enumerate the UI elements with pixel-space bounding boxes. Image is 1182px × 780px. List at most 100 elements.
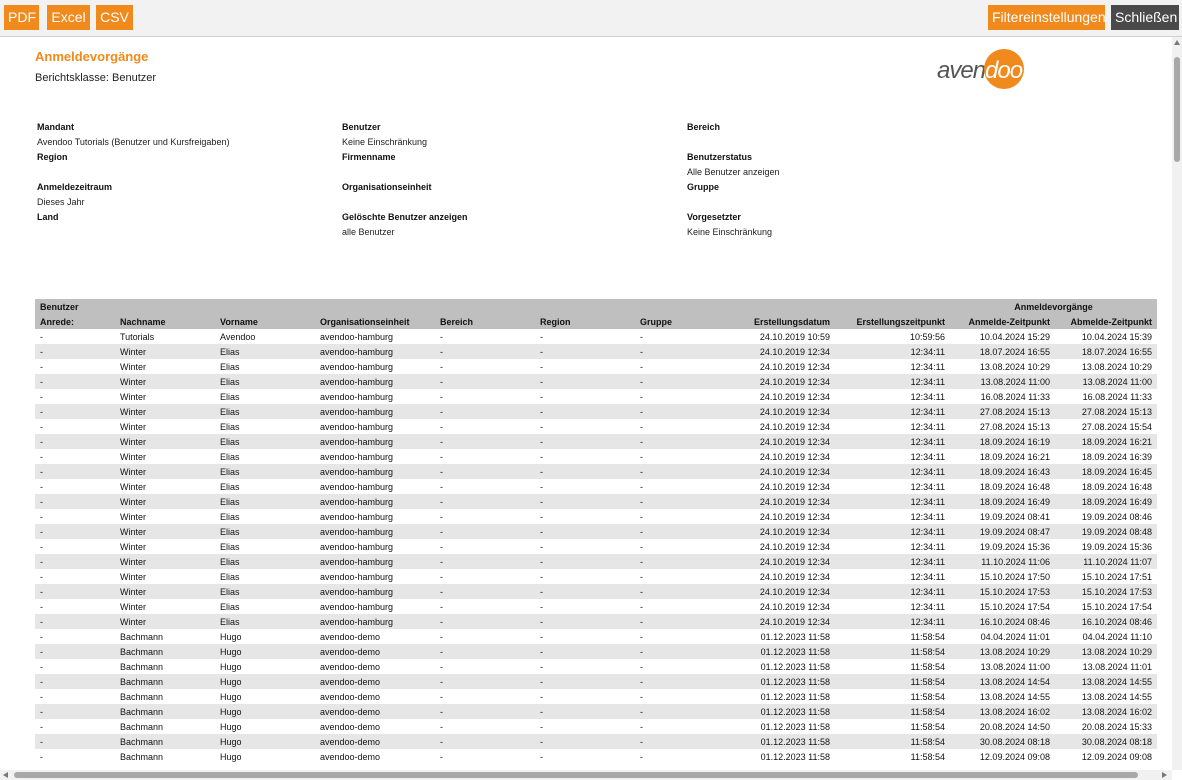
cell-organisationseinheit: avendoo-demo <box>320 631 381 642</box>
cell-nachname: Bachmann <box>115 704 215 719</box>
group-header-anmeldevorgaenge: Anmeldevorgänge <box>950 299 1157 314</box>
cell-erstellungsdatum: 24.10.2019 12:34 <box>759 481 830 492</box>
report-title: Anmeldevorgänge <box>35 49 149 64</box>
cell-gruppe: - <box>635 464 735 479</box>
filter-label-gruppe: Gruppe <box>687 182 720 192</box>
table-row: - Winter Elias avendoo-hamburg - - -24.10.2019… <box>35 449 1157 464</box>
cell-anmelde-zeitpunkt: 19.09.2024 08:47 <box>950 524 1055 539</box>
cell-erstellungszeitpunkt: 11:58:54 <box>910 661 945 672</box>
cell-gruppe: - <box>640 631 643 642</box>
cell-anmelde-zeitpunkt: 20.08.2024 14:50 <box>979 721 1050 732</box>
cell-abmelde-zeitpunkt: 12.09.2024 09:08 <box>1081 751 1152 762</box>
cell-vorname: Elias <box>215 554 315 569</box>
cell-bereich: - <box>440 511 443 522</box>
cell-nachname: Winter <box>120 391 147 402</box>
cell-organisationseinheit: avendoo-hamburg <box>315 374 435 389</box>
cell-bereich: - <box>435 524 535 539</box>
filter-label-benutzer: Benutzer <box>342 122 381 132</box>
cell-bereich: - <box>435 584 535 599</box>
horizontal-scrollbar[interactable] <box>0 770 1172 780</box>
cell-gruppe: - <box>640 571 643 582</box>
cell-bereich: - <box>440 391 443 402</box>
cell-gruppe: - <box>635 494 735 509</box>
filter-label-geloeschte-benutzer: Gelöschte Benutzer anzeigen <box>342 212 468 222</box>
cell-abmelde-zeitpunkt: 27.08.2024 15:13 <box>1055 404 1157 419</box>
scroll-up-arrow-icon[interactable] <box>1174 40 1180 45</box>
cell-vorname: Elias <box>215 524 315 539</box>
cell-nachname: Bachmann <box>115 734 215 749</box>
col-header-abmelde-zeitpunkt: Abmelde-Zeitpunkt <box>1055 314 1157 329</box>
cell-abmelde-zeitpunkt: 18.09.2024 16:48 <box>1081 481 1152 492</box>
cell-vorname: Elias <box>215 374 315 389</box>
cell-anrede: - <box>35 494 115 509</box>
cell-vorname: Elias <box>220 511 240 522</box>
cell-erstellungszeitpunkt: 10:59:56 <box>909 331 945 342</box>
cell-organisationseinheit: avendoo-hamburg <box>315 434 435 449</box>
excel-export-button[interactable]: Excel <box>47 5 90 30</box>
cell-organisationseinheit: avendoo-hamburg <box>315 524 435 539</box>
cell-bereich: - <box>440 661 443 672</box>
cell-organisationseinheit: avendoo-hamburg <box>320 601 394 612</box>
cell-vorname: Elias <box>220 571 240 582</box>
cell-vorname: Elias <box>220 361 240 372</box>
cell-gruppe: - <box>635 644 735 659</box>
close-button[interactable]: Schließen <box>1111 5 1179 30</box>
cell-bereich: - <box>440 331 443 342</box>
cell-anrede: - <box>35 644 115 659</box>
cell-erstellungsdatum: 24.10.2019 12:34 <box>735 554 835 569</box>
cell-erstellungsdatum: 24.10.2019 12:34 <box>759 421 830 432</box>
cell-region: - <box>535 554 635 569</box>
cell-abmelde-zeitpunkt: 15.10.2024 17:53 <box>1055 584 1157 599</box>
cell-erstellungszeitpunkt: 11:58:54 <box>910 721 945 732</box>
col-header-anrede: Anrede: <box>35 314 115 329</box>
cell-region: - <box>540 361 543 372</box>
cell-organisationseinheit: avendoo-hamburg <box>320 571 394 582</box>
pdf-export-button[interactable]: PDF <box>4 5 39 30</box>
cell-bereich: - <box>440 751 443 762</box>
cell-organisationseinheit: avendoo-hamburg <box>315 494 435 509</box>
cell-gruppe: - <box>640 391 643 402</box>
cell-erstellungszeitpunkt: 11:58:54 <box>835 704 950 719</box>
col-header-erstellungszeitpunkt: Erstellungszeitpunkt <box>835 314 950 329</box>
vertical-scrollbar[interactable] <box>1172 37 1182 770</box>
horizontal-scrollbar-thumb[interactable] <box>14 772 1138 778</box>
cell-nachname: Winter <box>115 434 215 449</box>
table-row: - Tutorials Avendoo avendoo-hamburg - - - 24.10… <box>35 329 1157 344</box>
cell-vorname: Elias <box>220 421 240 432</box>
cell-anrede: - <box>35 434 115 449</box>
cell-anrede: - <box>35 404 115 419</box>
cell-anmelde-zeitpunkt: 27.08.2024 15:13 <box>979 421 1050 432</box>
cell-nachname: Winter <box>115 374 215 389</box>
cell-erstellungsdatum: 24.10.2019 12:34 <box>759 601 830 612</box>
cell-abmelde-zeitpunkt: 10.04.2024 15:39 <box>1081 331 1152 342</box>
table-row: - Winter Elias avendoo-hamburg - - -24.10.2019… <box>35 344 1157 359</box>
cell-anmelde-zeitpunkt: 13.08.2024 11:00 <box>950 374 1055 389</box>
cell-erstellungszeitpunkt: 12:34:11 <box>910 421 945 432</box>
cell-bereich: - <box>435 644 535 659</box>
cell-nachname: Winter <box>120 511 147 522</box>
csv-export-button[interactable]: CSV <box>96 5 133 30</box>
cell-anrede: - <box>40 481 43 492</box>
cell-abmelde-zeitpunkt: 20.08.2024 15:33 <box>1081 721 1152 732</box>
cell-bereich: - <box>435 494 535 509</box>
filter-value-anmeldezeitraum: Dieses Jahr <box>37 197 85 207</box>
cell-anrede: - <box>35 704 115 719</box>
cell-anrede: - <box>35 524 115 539</box>
table-row: - Winter Elias avendoo-hamburg - - -24.10.2019… <box>35 584 1157 599</box>
scroll-right-arrow-icon[interactable] <box>1162 772 1167 778</box>
vertical-scrollbar-thumb[interactable] <box>1174 57 1180 162</box>
cell-vorname: Elias <box>220 481 240 492</box>
filter-settings-button[interactable]: Filtereinstellungen <box>988 5 1106 30</box>
cell-bereich: - <box>440 631 443 642</box>
table-row: - Winter Elias avendoo-hamburg - - -24.10.2019… <box>35 359 1157 374</box>
table-row: - Winter Elias avendoo-hamburg - - -24.10.2019… <box>35 554 1157 569</box>
cell-anmelde-zeitpunkt: 18.09.2024 16:49 <box>950 494 1055 509</box>
scroll-left-arrow-icon[interactable] <box>3 772 8 778</box>
cell-erstellungszeitpunkt: 12:34:11 <box>835 554 950 569</box>
cell-organisationseinheit: avendoo-hamburg <box>315 464 435 479</box>
cell-vorname: Elias <box>220 601 240 612</box>
cell-anmelde-zeitpunkt: 15.10.2024 17:50 <box>979 571 1050 582</box>
cell-erstellungsdatum: 24.10.2019 12:34 <box>759 511 830 522</box>
cell-bereich: - <box>440 361 443 372</box>
cell-erstellungsdatum: 24.10.2019 10:59 <box>759 331 830 342</box>
